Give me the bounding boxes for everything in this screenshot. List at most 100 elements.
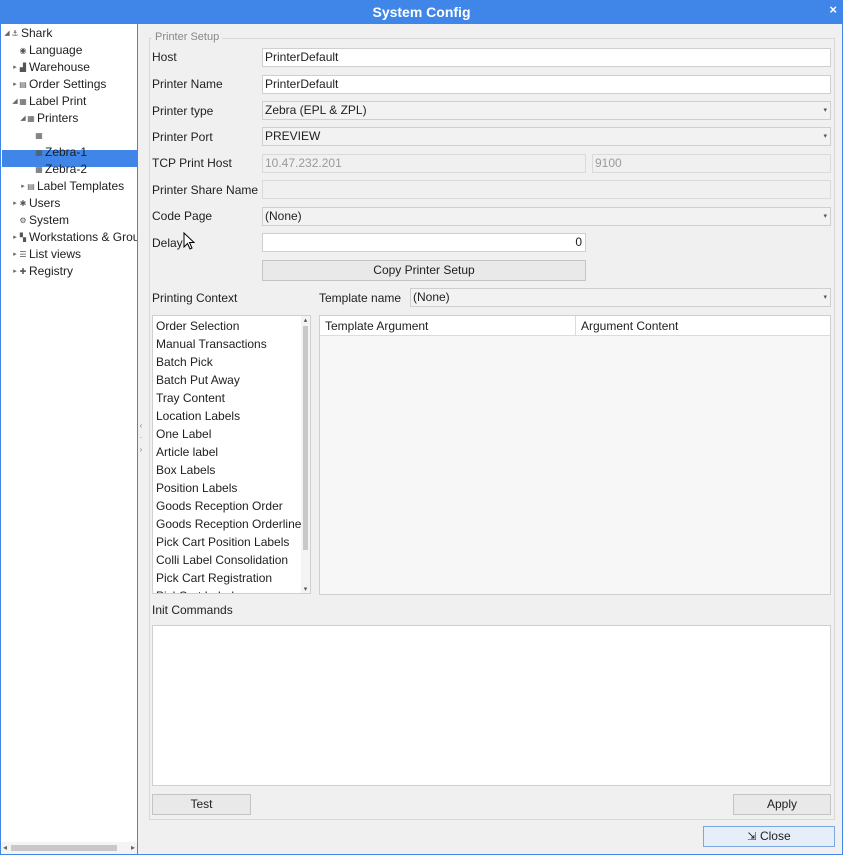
tree-item-label: Zebra-2 <box>45 162 88 176</box>
init-commands-textarea[interactable] <box>152 625 831 786</box>
column-header-template-argument[interactable]: Template Argument <box>320 316 576 336</box>
host-label: Host <box>152 50 177 64</box>
printer-type-label: Printer type <box>152 104 214 118</box>
tree-item-label: Shark <box>21 26 53 40</box>
list-item[interactable]: Location Labels <box>156 407 240 425</box>
printer-port-label: Printer Port <box>152 130 213 144</box>
printer-name-input[interactable]: PrinterDefault <box>262 75 831 94</box>
code-page-label: Code Page <box>152 209 213 223</box>
scroll-left-icon[interactable]: ◂ <box>3 842 7 854</box>
scroll-down-icon[interactable]: ▾ <box>301 585 310 593</box>
globe-icon: ◉ <box>19 46 27 55</box>
list-item[interactable]: Goods Reception Orderline <box>156 515 301 533</box>
tree-item-label: Workstations & Grou <box>29 230 138 244</box>
printer-setup-title: Printer Setup <box>152 31 223 43</box>
tree-item-label: Label Templates <box>37 179 125 193</box>
init-commands-label: Init Commands <box>152 603 233 617</box>
template-argument-grid[interactable]: Template Argument Argument Content <box>319 315 831 595</box>
list-item[interactable]: Pick Cart Registration <box>156 569 272 587</box>
tcp-port-input[interactable]: 9100 <box>592 154 831 173</box>
list-item[interactable]: Box Labels <box>156 461 215 479</box>
list-item[interactable]: Article label <box>156 443 218 461</box>
tree-item-label: Zebra-1 <box>45 145 88 159</box>
workstation-icon: ▚ <box>19 233 27 242</box>
users-icon: ✱ <box>19 199 27 208</box>
delay-label: Delay <box>152 236 183 250</box>
printer-icon: ▦ <box>19 97 27 106</box>
list-item[interactable]: Position Labels <box>156 479 237 497</box>
tree-item-label: Registry <box>29 264 74 278</box>
window-title: System Config <box>372 4 471 20</box>
wrench-icon: ⚙ <box>19 216 27 225</box>
tree-item-label: PrinterDefault <box>45 128 119 142</box>
list-item[interactable]: PickCart Label <box>156 587 234 593</box>
warehouse-icon: ▟ <box>19 63 27 72</box>
printer-port-value: PREVIEW <box>265 129 321 143</box>
close-button-label: Close <box>759 829 791 843</box>
scrollbar-thumb[interactable] <box>303 326 308 550</box>
printing-context-list[interactable]: ▴ ▾ Order Selection Manual Transactions Ba… <box>152 315 311 594</box>
code-page-select[interactable]: (None) ▾ <box>262 207 831 226</box>
close-button[interactable]: ⇲ Close <box>703 826 835 847</box>
printer-share-name-label: Printer Share Name <box>152 183 259 197</box>
expand-arrow-icon[interactable]: ▸ <box>11 263 19 280</box>
list-item[interactable]: Batch Put Away <box>156 371 240 389</box>
grid-header: Template Argument Argument Content <box>320 316 830 336</box>
printer-type-value: Zebra (EPL & ZPL) <box>265 103 367 117</box>
printer-icon: ▦ <box>35 165 43 174</box>
template-icon: ▤ <box>27 182 35 191</box>
exit-icon: ⇲ <box>747 831 757 843</box>
expand-arrow-icon[interactable]: ▸ <box>19 178 27 195</box>
tree-item-label: Printers <box>37 111 79 125</box>
printer-icon: ▦ <box>35 131 43 140</box>
expand-arrow-icon[interactable]: ▸ <box>11 246 19 263</box>
registry-icon: ✚ <box>19 267 27 276</box>
tree-item-label: Warehouse <box>29 60 90 74</box>
template-name-select[interactable]: (None) ▾ <box>410 288 831 307</box>
shark-icon: ⚓ <box>11 29 19 38</box>
template-name-value: (None) <box>413 290 450 304</box>
list-item[interactable]: One Label <box>156 425 211 443</box>
expand-arrow-icon[interactable]: ▸ <box>11 59 19 76</box>
printer-icon: ▦ <box>35 148 43 157</box>
printer-share-name-input[interactable] <box>262 180 831 199</box>
list-icon: ☰ <box>19 250 27 259</box>
expand-arrow-icon[interactable]: ▸ <box>11 229 19 246</box>
printing-context-label: Printing Context <box>152 291 238 305</box>
list-item[interactable]: Tray Content <box>156 389 225 407</box>
printer-icon: ▦ <box>27 114 35 123</box>
tree-horizontal-scrollbar[interactable]: ◂ ▸ <box>1 842 137 854</box>
config-tree[interactable]: ◢ ⚓ Shark ◉ Language ▸ ▟ Warehouse ▸ ▤ Order Setti… <box>1 24 138 854</box>
mouse-cursor-icon <box>183 232 195 250</box>
close-window-icon[interactable]: × <box>829 0 837 20</box>
list-item[interactable]: Manual Transactions <box>156 335 267 353</box>
scroll-right-icon[interactable]: ▸ <box>131 842 135 854</box>
list-item[interactable]: Batch Pick <box>156 353 213 371</box>
expand-arrow-icon[interactable]: ▸ <box>11 195 19 212</box>
test-button[interactable]: Test <box>152 794 251 815</box>
list-item[interactable]: Pick Cart Position Labels <box>156 533 289 551</box>
chevron-down-icon: ▾ <box>823 294 827 301</box>
delay-input[interactable]: 0 <box>262 233 586 252</box>
copy-printer-setup-button[interactable]: Copy Printer Setup <box>262 260 586 281</box>
apply-button[interactable]: Apply <box>733 794 831 815</box>
collapse-arrow-icon[interactable]: ◢ <box>11 93 19 110</box>
splitter-handle[interactable]: ‹ · › <box>138 420 144 456</box>
list-item[interactable]: Colli Label Consolidation <box>156 551 288 569</box>
tree-item-label: List views <box>29 247 82 261</box>
expand-arrow-icon[interactable]: ▸ <box>11 76 19 93</box>
list-vertical-scrollbar[interactable]: ▴ ▾ <box>301 316 310 593</box>
tcp-host-input[interactable]: 10.47.232.201 <box>262 154 586 173</box>
printer-type-select[interactable]: Zebra (EPL & ZPL) ▾ <box>262 101 831 120</box>
host-input[interactable]: PrinterDefault <box>262 48 831 67</box>
tcp-print-host-label: TCP Print Host <box>152 156 232 170</box>
list-item[interactable]: Order Selection <box>156 317 239 335</box>
template-name-label: Template name <box>319 291 402 305</box>
printer-port-select[interactable]: PREVIEW ▾ <box>262 127 831 146</box>
collapse-arrow-icon[interactable]: ◢ <box>19 110 27 127</box>
scroll-up-icon[interactable]: ▴ <box>301 316 310 324</box>
list-item[interactable]: Goods Reception Order <box>156 497 283 515</box>
collapse-arrow-icon[interactable]: ◢ <box>3 25 11 42</box>
column-header-argument-content[interactable]: Argument Content <box>576 316 830 336</box>
scrollbar-thumb[interactable] <box>11 845 117 851</box>
